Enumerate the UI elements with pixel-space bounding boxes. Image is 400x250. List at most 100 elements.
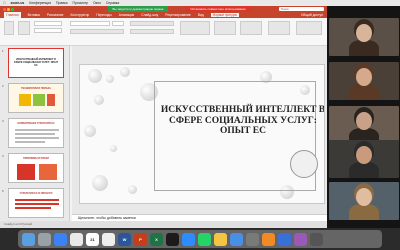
thumbnail-title: СТРАТЕГИЯ ЕС В ОБЛАСТИ bbox=[19, 192, 53, 195]
apple-icon[interactable]:  bbox=[3, 1, 6, 5]
participant-video-tile[interactable] bbox=[329, 18, 399, 56]
slide-thumbnail-1[interactable]: ИСКУССТВЕННЫЙ ИНТЕЛЛЕКТ В СФЕРЕ СОЦИАЛЬН… bbox=[8, 48, 64, 78]
tab-design[interactable]: Конструктор bbox=[70, 13, 89, 17]
water-drop-decoration bbox=[88, 69, 102, 83]
slide-thumbnail-3[interactable]: НОРМАТИВНАЯ СТРАТЕГИЯ ЕС bbox=[8, 118, 64, 148]
menu-item[interactable]: Справка bbox=[106, 1, 119, 5]
appletv-icon[interactable] bbox=[166, 232, 179, 246]
thumbnail-graphic bbox=[47, 94, 55, 106]
participant-video-tile[interactable] bbox=[329, 182, 399, 220]
thumbnail-number: 1 bbox=[2, 49, 4, 53]
paragraph-buttons[interactable] bbox=[130, 21, 174, 26]
thumbnail-text-line bbox=[15, 141, 45, 143]
powerpoint-icon[interactable]: P bbox=[134, 232, 147, 246]
menu-item[interactable]: Конференция bbox=[29, 1, 51, 5]
notes-icon[interactable] bbox=[214, 232, 227, 246]
thumbnail-graphic bbox=[39, 164, 57, 180]
notes-input[interactable]: Щелкните, чтобы добавить заметки bbox=[72, 214, 327, 221]
photos-icon[interactable] bbox=[102, 232, 115, 246]
trash-icon[interactable] bbox=[310, 232, 323, 246]
share-button[interactable]: Общий доступ bbox=[301, 13, 323, 17]
tab-shape-format[interactable]: Формат фигуры bbox=[210, 13, 239, 17]
water-drop-decoration bbox=[92, 175, 108, 191]
water-drop-decoration bbox=[94, 95, 104, 105]
reset-button[interactable] bbox=[34, 28, 62, 33]
safari-icon[interactable] bbox=[54, 232, 67, 246]
participant-video-tile[interactable] bbox=[329, 62, 399, 100]
tab-transitions[interactable]: Переходы bbox=[96, 13, 111, 17]
slide-thumbnail-2[interactable]: ТЕХНОЛОГИИ И ПОЛЬЗА bbox=[8, 83, 64, 113]
mail-icon[interactable] bbox=[230, 232, 243, 246]
menu-item[interactable]: Окно bbox=[93, 1, 101, 5]
water-drop-decoration bbox=[128, 185, 137, 194]
tab-view[interactable]: Вид bbox=[198, 13, 204, 17]
skype-icon[interactable] bbox=[278, 232, 291, 246]
participant-video-tile[interactable] bbox=[329, 140, 399, 178]
slide-title[interactable]: ИСКУССТВЕННЫЙ ИНТЕЛЛЕКТ В СФЕРЕ СОЦИАЛЬН… bbox=[158, 105, 324, 137]
dock: 21 W P X bbox=[18, 230, 382, 248]
thumbnail-number: 5 bbox=[2, 189, 4, 193]
thumbnail-title: ИСКУССТВЕННЫЙ ИНТЕЛЛЕКТ В СФЕРЕ СОЦИАЛЬН… bbox=[13, 58, 59, 67]
quick-styles-button[interactable] bbox=[240, 21, 262, 35]
university-seal-logo bbox=[290, 150, 318, 178]
slide-thumbnail-4[interactable]: ПРОБЛЕМЫ И РИСКИ bbox=[8, 153, 64, 183]
thumbnail-graphic bbox=[33, 94, 45, 106]
slide-thumbnail-5[interactable]: СТРАТЕГИЯ ЕС В ОБЛАСТИ bbox=[8, 188, 64, 218]
current-slide[interactable]: ИСКУССТВЕННЫЙ ИНТЕЛЛЕКТ В СФЕРЕ СОЦИАЛЬН… bbox=[79, 64, 325, 204]
zoom-icon[interactable] bbox=[182, 232, 195, 246]
thumbnail-text-line bbox=[15, 129, 59, 131]
powerpoint-window: Вы запустили демонстрацию экрана Останов… bbox=[0, 6, 327, 228]
slide-thumbnails-panel[interactable]: 1 ИСКУССТВЕННЫЙ ИНТЕЛЛЕКТ В СФЕРЕ СОЦИАЛ… bbox=[0, 46, 70, 221]
word-icon[interactable]: W bbox=[118, 232, 131, 246]
design-ideas-button[interactable] bbox=[268, 21, 290, 35]
menu-item[interactable]: Просмотр bbox=[73, 1, 89, 5]
launchpad-icon[interactable] bbox=[38, 232, 51, 246]
shapes-gallery[interactable] bbox=[180, 21, 210, 35]
status-bar: Слайд 1 из 6 Русский bbox=[0, 221, 327, 228]
participant-figure bbox=[349, 204, 379, 220]
excel-icon[interactable]: X bbox=[150, 232, 163, 246]
thumbnail-title: НОРМАТИВНАЯ СТРАТЕГИЯ ЕС bbox=[17, 122, 55, 125]
dictate-button[interactable] bbox=[296, 21, 322, 35]
thumbnail-text-line bbox=[15, 199, 59, 201]
tab-draw[interactable]: Рисование bbox=[47, 13, 64, 17]
vlc-icon[interactable] bbox=[262, 232, 275, 246]
font-size-select[interactable] bbox=[112, 21, 124, 26]
ribbon-toolbar bbox=[0, 18, 327, 46]
thumbnail-graphic bbox=[19, 94, 31, 106]
participant-figure bbox=[349, 84, 379, 100]
water-drop-decoration bbox=[106, 75, 114, 83]
tab-slideshow[interactable]: Слайд-шоу bbox=[141, 13, 158, 17]
maximize-window-button[interactable] bbox=[11, 7, 14, 11]
finder-icon[interactable] bbox=[22, 232, 35, 246]
alignment-buttons[interactable] bbox=[130, 29, 174, 34]
menu-item[interactable]: Правка bbox=[56, 1, 67, 5]
participant-face bbox=[356, 68, 372, 86]
calendar-icon[interactable]: 21 bbox=[86, 232, 99, 246]
podcasts-icon[interactable] bbox=[294, 232, 307, 246]
participant-video-tile[interactable] bbox=[329, 106, 399, 144]
chrome-icon[interactable] bbox=[70, 232, 83, 246]
thumbnail-title: ТЕХНОЛОГИИ И ПОЛЬЗА bbox=[21, 87, 51, 90]
search-input[interactable]: Поиск bbox=[279, 7, 324, 11]
whatsapp-icon[interactable] bbox=[198, 232, 211, 246]
tab-review[interactable]: Рецензирование bbox=[165, 13, 190, 17]
tab-animations[interactable]: Анимация bbox=[119, 13, 134, 17]
water-drop-decoration bbox=[110, 145, 117, 152]
layout-dropdown[interactable] bbox=[34, 21, 62, 26]
font-format-buttons[interactable] bbox=[70, 29, 124, 34]
participant-figure bbox=[349, 162, 379, 178]
arrange-button[interactable] bbox=[214, 21, 236, 35]
menu-app-name[interactable]: zoom.us bbox=[11, 1, 25, 5]
tab-insert[interactable]: Вставка bbox=[28, 13, 40, 17]
thumbnail-number: 4 bbox=[2, 154, 4, 158]
thumbnail-number: 3 bbox=[2, 119, 4, 123]
new-slide-button[interactable] bbox=[18, 21, 30, 35]
participant-figure bbox=[349, 40, 379, 56]
minimize-window-button[interactable] bbox=[7, 7, 10, 11]
close-window-button[interactable] bbox=[3, 7, 6, 11]
settings-icon[interactable] bbox=[246, 232, 259, 246]
paste-button[interactable] bbox=[4, 21, 14, 35]
thumbnail-text-line bbox=[15, 207, 51, 209]
font-family-select[interactable] bbox=[70, 21, 110, 26]
